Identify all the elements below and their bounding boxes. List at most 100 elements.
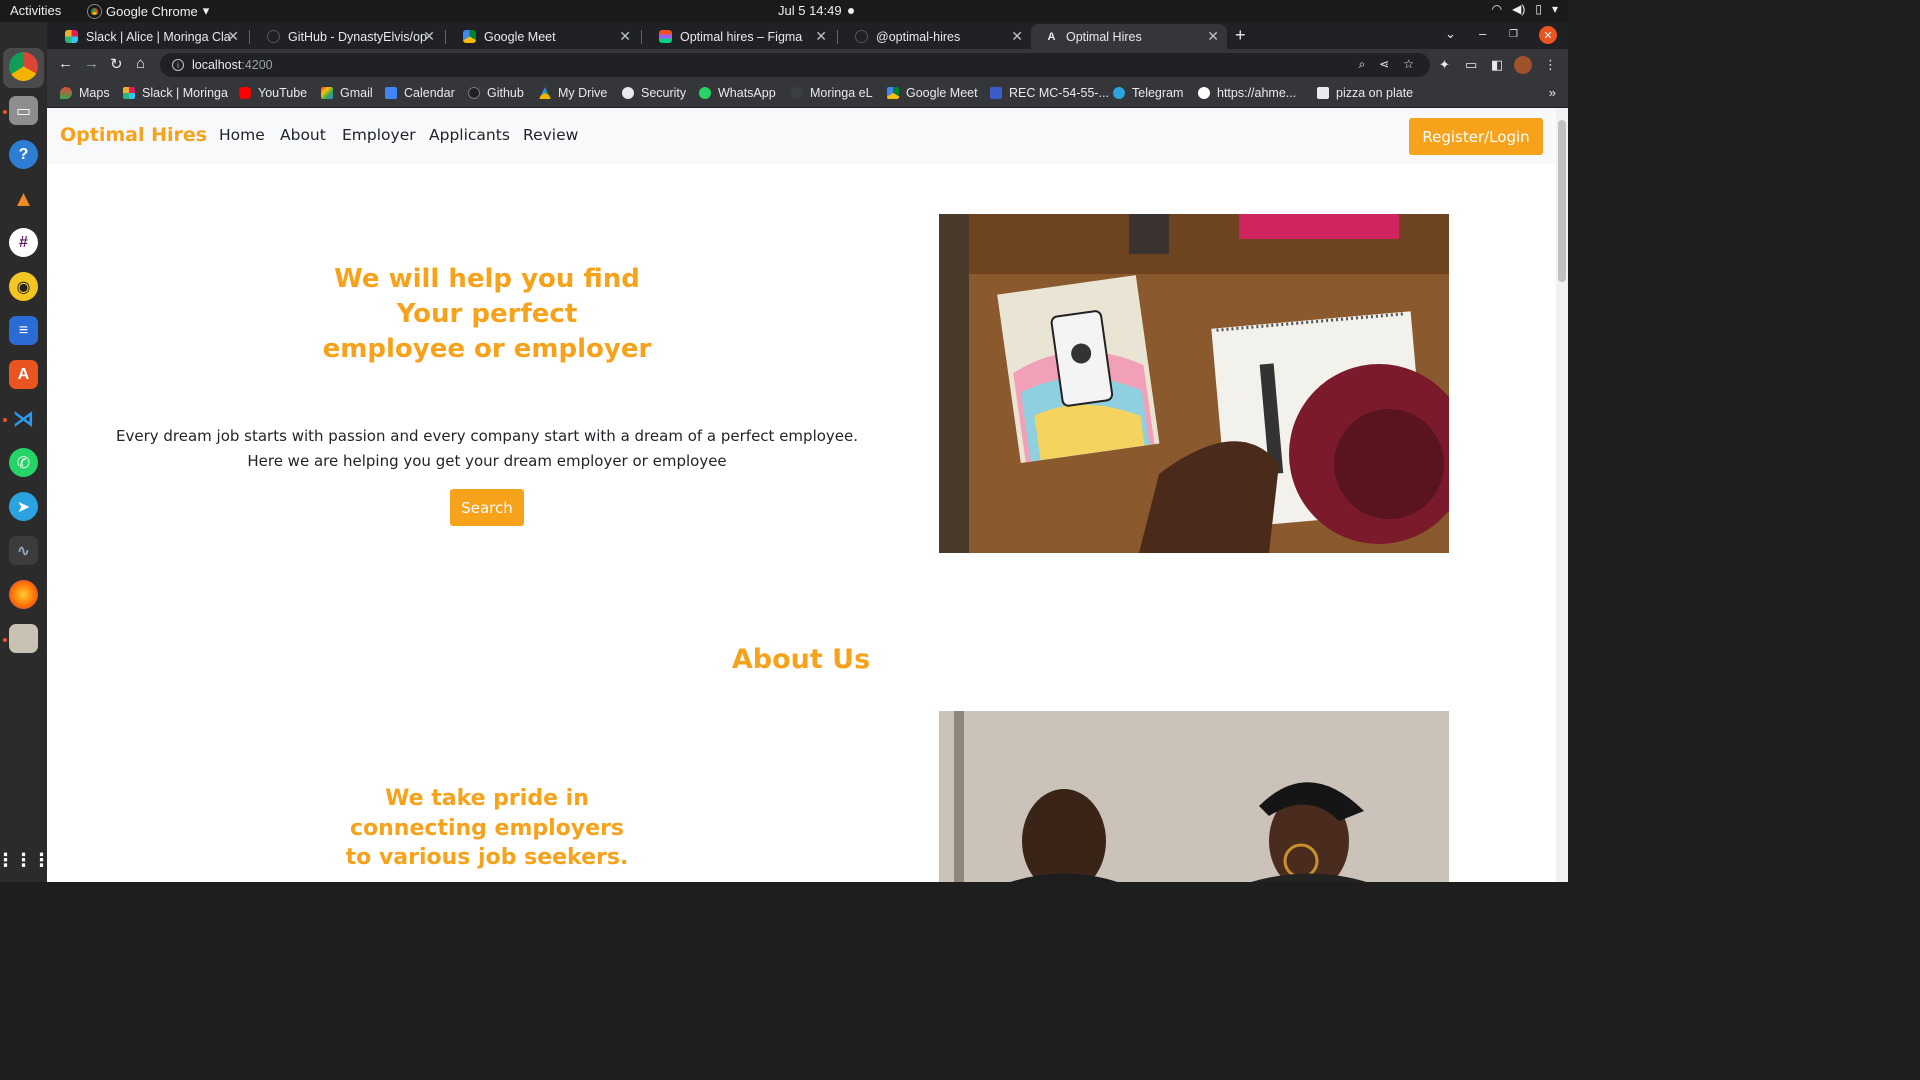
nav-employer[interactable]: Employer	[342, 126, 416, 144]
nav-about[interactable]: About	[280, 126, 326, 144]
github-icon	[855, 30, 868, 43]
tab-slack[interactable]: Slack | Alice | Moringa Cla ✕	[51, 24, 247, 49]
bookmark-label: YouTube	[258, 86, 308, 100]
bookmark-my-drive[interactable]: My Drive	[539, 86, 607, 100]
page-scrollbar[interactable]	[1556, 108, 1568, 882]
url-port: :4200	[241, 58, 273, 72]
bookmark-gmail[interactable]: Gmail	[321, 86, 373, 100]
whatsapp-icon	[699, 87, 711, 99]
close-icon[interactable]: ✕	[619, 28, 631, 45]
chrome-icon[interactable]	[9, 52, 38, 81]
bookmark-whatsapp[interactable]: WhatsApp	[699, 86, 776, 100]
nav-home[interactable]: Home	[219, 126, 265, 144]
running-indicator-icon	[3, 638, 7, 642]
about-heading: About Us	[731, 644, 871, 675]
bookmark-rec[interactable]: REC MC-54-55-...	[990, 86, 1109, 100]
bookmark-maps[interactable]: Maps	[60, 86, 110, 100]
nav-applicants[interactable]: Applicants	[429, 126, 510, 144]
bookmark-pizza[interactable]: pizza on plate	[1317, 86, 1413, 100]
close-icon[interactable]: ✕	[815, 28, 827, 45]
close-icon[interactable]: ✕	[227, 28, 239, 45]
system-monitor-icon[interactable]: ∿	[9, 536, 38, 565]
tab-optimal-hires[interactable]: A Optimal Hires ✕	[1031, 24, 1227, 49]
github-icon	[468, 87, 480, 99]
bookmark-star-icon[interactable]: ☆	[1403, 57, 1414, 72]
bookmarks-bar: Maps Slack | Moringa YouTube Gmail Calen…	[47, 81, 1568, 108]
bookmark-github[interactable]: Github	[468, 86, 524, 100]
tab-optimal-hires-github[interactable]: @optimal-hires ✕	[841, 24, 1031, 49]
about-title-line: connecting employers	[349, 815, 625, 841]
gmail-icon	[321, 87, 333, 99]
site-navbar: Optimal Hires Home About Employer Applic…	[47, 108, 1556, 164]
bookmark-label: Maps	[79, 86, 110, 100]
app-menu[interactable]: Google Chrome ▾	[88, 3, 209, 19]
help-icon[interactable]: ?	[9, 140, 38, 169]
close-icon[interactable]: ✕	[1011, 28, 1023, 45]
hero-text-line: Every dream job starts with passion and …	[115, 427, 859, 445]
bookmark-slack[interactable]: Slack | Moringa	[123, 86, 228, 100]
bookmark-telegram[interactable]: Telegram	[1113, 86, 1183, 100]
zoom-icon[interactable]: ⌕	[1358, 57, 1365, 72]
bookmark-calendar[interactable]: Calendar	[385, 86, 455, 100]
reload-icon[interactable]: ↻	[110, 55, 123, 73]
share-icon[interactable]: ⋖	[1379, 57, 1389, 72]
window-close-icon[interactable]: ✕	[1539, 26, 1557, 44]
cast-icon[interactable]: ▭	[1465, 57, 1477, 73]
maps-icon	[60, 87, 72, 99]
hero-title-line: employee or employer	[322, 334, 652, 364]
home-icon[interactable]: ⌂	[136, 55, 145, 72]
bookmark-youtube[interactable]: YouTube	[239, 86, 307, 100]
bookmark-label: Github	[487, 86, 524, 100]
about-image	[939, 711, 1449, 882]
new-tab-icon[interactable]: +	[1235, 25, 1246, 46]
bookmark-security[interactable]: Security	[622, 86, 686, 100]
site-brand[interactable]: Optimal Hires	[60, 124, 207, 146]
restore-icon[interactable]: ❐	[1509, 29, 1518, 40]
bookmark-google-meet[interactable]: Google Meet	[887, 86, 978, 100]
files-icon[interactable]: ▭	[9, 96, 38, 125]
activities-button[interactable]: Activities	[10, 3, 61, 18]
site-info-icon[interactable]: i	[172, 59, 184, 71]
scrollbar-thumb[interactable]	[1558, 120, 1566, 282]
bookmarks-overflow-icon[interactable]: »	[1549, 85, 1556, 100]
close-icon[interactable]: ✕	[423, 28, 435, 45]
close-icon[interactable]: ✕	[1207, 28, 1219, 45]
extensions-icon[interactable]: ✦	[1439, 57, 1450, 73]
search-button[interactable]: Search	[450, 489, 524, 526]
slack-icon[interactable]: #	[9, 228, 38, 257]
profile-avatar[interactable]	[1514, 56, 1532, 74]
firefox-icon[interactable]	[9, 580, 38, 609]
archive-icon[interactable]	[9, 624, 38, 653]
system-top-bar: Activities Google Chrome ▾ Jul 5 14:49 ◠…	[0, 0, 1568, 22]
app-center-icon[interactable]: A	[9, 360, 38, 389]
bookmark-label: REC MC-54-55-...	[1009, 86, 1110, 100]
telegram-icon[interactable]: ➤	[9, 492, 38, 521]
tab-search-icon[interactable]: ⌄	[1445, 26, 1456, 42]
bookmark-moringa[interactable]: Moringa eL	[791, 86, 873, 100]
tab-github[interactable]: GitHub - DynastyElvis/op ✕	[253, 24, 443, 49]
bookmark-medium[interactable]: https://ahme...	[1198, 86, 1296, 100]
tab-google-meet[interactable]: Google Meet ✕	[449, 24, 639, 49]
about-title-line: We take pride in	[385, 786, 589, 811]
angular-icon: A	[1045, 30, 1058, 43]
vlc-icon[interactable]: ▲	[9, 184, 38, 213]
nav-review[interactable]: Review	[523, 126, 578, 144]
menu-kebab-icon[interactable]: ⋮	[1544, 57, 1557, 73]
back-icon[interactable]: ←	[58, 55, 73, 72]
app-grid-icon[interactable]: ⋮⋮⋮	[0, 846, 51, 875]
side-panel-icon[interactable]: ◧	[1491, 57, 1503, 73]
writer-icon[interactable]: ≡	[9, 316, 38, 345]
forward-icon[interactable]: →	[84, 55, 99, 72]
rhythmbox-icon[interactable]: ◉	[9, 272, 38, 301]
tab-figma[interactable]: Optimal hires – Figma ✕	[645, 24, 835, 49]
clock[interactable]: Jul 5 14:49	[778, 3, 842, 18]
whatsapp-icon[interactable]: ✆	[9, 448, 38, 477]
system-tray[interactable]: ◠ ◀) ▯ ▾	[1492, 2, 1558, 16]
google-meet-icon	[463, 30, 476, 43]
address-bar[interactable]: i localhost :4200 ⌕ ⋖ ☆	[160, 53, 1430, 77]
register-login-button[interactable]: Register/Login	[1409, 118, 1543, 155]
minimize-icon[interactable]: –	[1479, 26, 1486, 41]
vscode-icon[interactable]: ⋊	[9, 404, 38, 433]
youtube-icon	[239, 87, 251, 99]
drive-icon	[539, 87, 551, 99]
